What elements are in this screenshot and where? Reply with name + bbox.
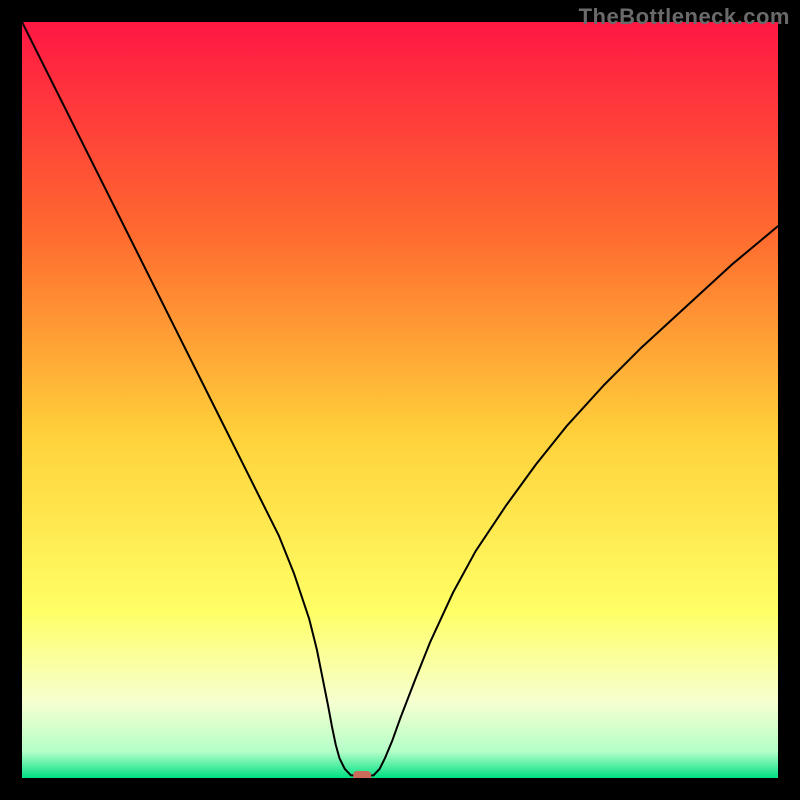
optimal-point-marker <box>353 771 371 778</box>
watermark-text: TheBottleneck.com <box>579 4 790 30</box>
plot-area <box>22 22 778 778</box>
gradient-background <box>22 22 778 778</box>
chart-outer: TheBottleneck.com <box>0 0 800 800</box>
chart-svg <box>22 22 778 778</box>
